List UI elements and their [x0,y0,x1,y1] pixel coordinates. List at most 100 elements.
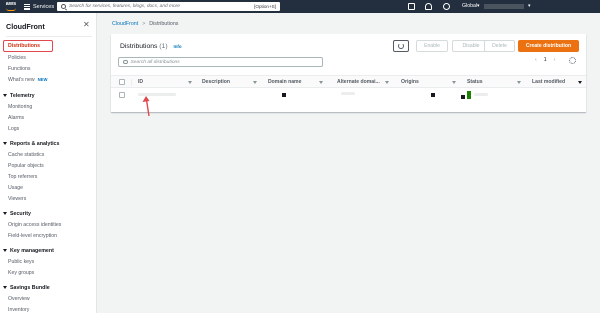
search-icon [61,4,66,9]
sidebar-item-usage[interactable]: Usage [8,185,23,191]
table-header: ID Description Domain name Alternate dom… [111,75,586,88]
whats-new-label: What's new [8,77,35,83]
previous-page-icon[interactable]: ‹ [535,57,537,63]
sidebar-item-distributions[interactable]: Distributions [8,43,40,49]
search-placeholder: Search for services, features, blogs, do… [69,4,180,9]
row-checkbox[interactable] [119,92,125,98]
column-header-origins[interactable]: Origins [401,79,419,85]
column-header-description[interactable]: Description [202,79,230,85]
alternate-domain-cell [341,92,355,95]
column-header-status[interactable]: Status [467,79,483,85]
column-header-alternate-domain[interactable]: Alternate domai... [337,79,380,85]
sidebar-item-key-groups[interactable]: Key groups [8,270,34,276]
row-marker [461,95,465,99]
cloudshell-icon[interactable] [408,3,415,10]
search-icon [123,59,128,65]
section-toggle-security[interactable]: Security [3,211,31,217]
region-selector[interactable]: Global [462,3,477,9]
search-distributions-input[interactable]: Search all distributions [118,57,323,67]
origins-cell [431,93,435,97]
delete-button[interactable]: Delete [484,40,515,52]
chevron-right-icon: > [142,21,146,27]
column-divider [131,79,132,86]
caret-down-icon [3,286,7,290]
info-link[interactable]: Info [174,44,182,49]
distributions-panel: Distributions (1) Info Enable Disable De… [111,34,586,112]
sidebar-item-overview[interactable]: Overview [8,296,30,302]
section-title: Savings Bundle [10,285,50,291]
refresh-icon [398,43,404,49]
current-page-number[interactable]: 1 [544,57,547,63]
annotation-arrow-icon [142,96,150,117]
top-navigation-bar: aws Services Search for services, featur… [0,0,600,13]
sidebar-divider [6,36,92,37]
section-title: Key management [10,248,54,254]
sidebar-item-field-level-encryption[interactable]: Field-level encryption [8,233,57,239]
breadcrumb: CloudFront > Distributions [112,21,178,27]
sort-icon[interactable] [452,81,456,84]
sort-icon[interactable] [319,81,323,84]
sidebar-item-viewers[interactable]: Viewers [8,196,26,202]
gear-icon[interactable] [569,57,576,64]
caret-down-icon [3,142,7,146]
column-header-domain-name[interactable]: Domain name [268,79,301,85]
aws-smile-icon [6,8,16,11]
search-shortcut: [Option+S] [254,4,276,9]
close-icon[interactable]: ✕ [83,20,90,29]
section-toggle-key-management[interactable]: Key management [3,248,54,254]
notifications-bell-icon[interactable] [425,3,432,10]
account-caret-icon: ▾ [528,3,531,9]
sort-icon[interactable] [253,81,257,84]
help-icon[interactable] [443,3,450,10]
enable-button[interactable]: Enable [416,40,448,52]
sidebar-item-origin-access-identities[interactable]: Origin access identities [8,222,61,228]
search-distributions-placeholder: Search all distributions [130,59,180,65]
sidebar-item-public-keys[interactable]: Public keys [8,259,34,265]
panel-header: Distributions (1) Info [120,43,182,50]
section-toggle-reports[interactable]: Reports & analytics [3,141,59,147]
table-row[interactable] [111,88,586,102]
aws-logo[interactable]: aws [4,1,18,12]
sidebar-item-inventory[interactable]: Inventory [8,307,29,313]
breadcrumb-cloudfront-link[interactable]: CloudFront [112,21,138,27]
aws-logo-text: aws [5,1,17,7]
region-caret-icon: ▾ [477,3,480,9]
sidebar-item-whats-new[interactable]: What's new NEW [8,77,47,83]
domain-name-cell [282,93,286,97]
pagination: ‹ 1 › [535,57,555,63]
caret-down-icon [3,212,7,216]
services-label: Services [33,3,55,10]
global-search-input[interactable]: Search for services, features, blogs, do… [57,2,280,11]
next-page-icon[interactable]: › [554,57,556,63]
column-header-last-modified[interactable]: Last modified [532,79,565,85]
sort-descending-icon[interactable] [578,81,582,84]
section-title: Reports & analytics [10,141,60,147]
sort-icon[interactable] [385,81,389,84]
sidebar-item-cache-statistics[interactable]: Cache statistics [8,152,44,158]
status-indicator-icon [467,91,471,99]
column-header-id[interactable]: ID [138,79,143,85]
status-cell [474,93,488,96]
sidebar-item-logs[interactable]: Logs [8,126,19,132]
select-all-checkbox[interactable] [119,79,125,85]
sort-icon[interactable] [517,81,521,84]
sort-icon[interactable] [188,81,192,84]
page-title: Distributions [120,43,158,50]
services-menu-button[interactable]: Services [24,0,54,13]
create-distribution-button[interactable]: Create distribution [518,40,579,52]
caret-down-icon [3,249,7,253]
sidebar-item-popular-objects[interactable]: Popular objects [8,163,44,169]
sidebar-item-policies[interactable]: Policies [8,55,26,61]
new-badge: NEW [37,77,48,82]
sidebar-item-alarms[interactable]: Alarms [8,115,24,121]
section-toggle-savings-bundle[interactable]: Savings Bundle [3,285,50,291]
section-toggle-telemetry[interactable]: Telemetry [3,93,35,99]
refresh-button[interactable] [393,40,409,52]
distribution-count: (1) [159,43,168,50]
sidebar-item-top-referrers[interactable]: Top referrers [8,174,37,180]
sidebar-title: CloudFront [6,22,45,31]
sidebar-item-functions[interactable]: Functions [8,66,31,72]
sidebar: CloudFront ✕ Distributions Policies Func… [0,13,97,313]
account-menu[interactable] [484,4,524,9]
sidebar-item-monitoring[interactable]: Monitoring [8,104,32,110]
